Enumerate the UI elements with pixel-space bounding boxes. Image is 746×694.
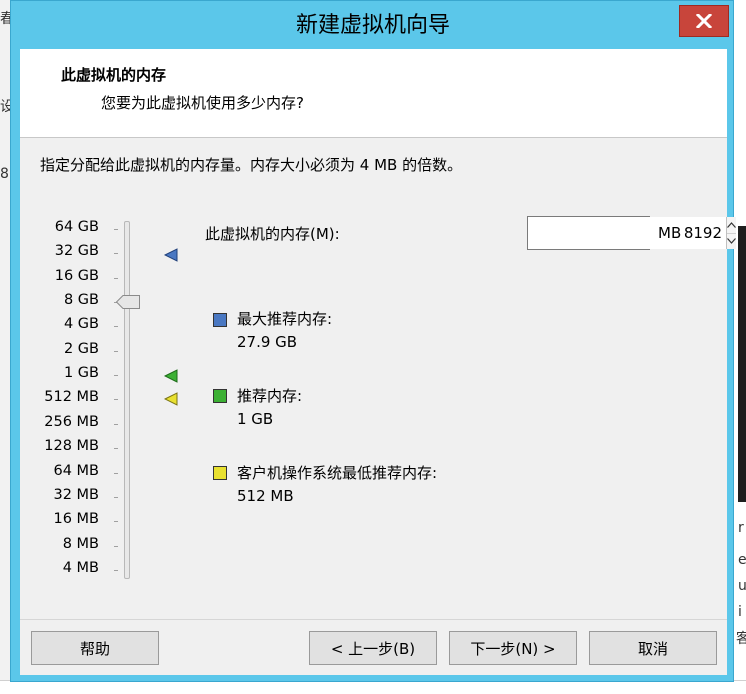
wizard-window: 新建虚拟机向导 此虚拟机的内存 您要为此虚拟机使用多少内存? 指定分配给此虚拟机… xyxy=(10,0,736,682)
scale-label: 2 GB xyxy=(63,341,99,357)
cancel-button[interactable]: 取消 xyxy=(589,631,717,665)
scale-label: 64 GB xyxy=(54,219,99,235)
spin-buttons xyxy=(726,217,736,249)
guest-min-swatch xyxy=(213,466,227,480)
next-button[interactable]: 下一步(N) > xyxy=(449,631,577,665)
chevron-up-icon xyxy=(727,221,736,228)
close-button[interactable] xyxy=(679,5,729,37)
memory-label: 此虚拟机的内存(M): xyxy=(205,225,340,243)
scale-tick xyxy=(114,473,118,474)
scale-label: 32 MB xyxy=(53,487,99,503)
scale-label: 128 MB xyxy=(44,438,99,454)
scale-tick xyxy=(114,521,118,522)
guest-min-marker-icon xyxy=(164,392,178,406)
background-app-dark-panel xyxy=(738,226,746,502)
scale-tick xyxy=(114,351,118,352)
scale-label: 8 GB xyxy=(63,292,99,308)
max-recommended-label: 最大推荐内存: xyxy=(237,310,333,328)
wizard-client-area: 此虚拟机的内存 您要为此虚拟机使用多少内存? 指定分配给此虚拟机的内存量。内存大… xyxy=(20,49,736,675)
footer-divider xyxy=(20,619,727,620)
scale-label: 4 GB xyxy=(63,316,99,332)
recommended-label: 推荐内存: xyxy=(237,387,303,405)
max-recommended-marker-icon xyxy=(164,248,178,262)
spin-down-button[interactable] xyxy=(727,232,736,249)
spin-up-button[interactable] xyxy=(727,217,736,233)
memory-slider-thumb[interactable] xyxy=(116,295,140,309)
scale-tick xyxy=(114,278,118,279)
chevron-down-icon xyxy=(727,238,736,245)
background-text: u xyxy=(738,578,746,594)
guest-min-value: 512 MB xyxy=(237,487,294,505)
scale-tick xyxy=(114,546,118,547)
recommended-swatch xyxy=(213,389,227,403)
scale-label: 16 GB xyxy=(54,268,99,284)
window-title: 新建虚拟机向导 xyxy=(295,13,450,38)
recommended-marker-icon xyxy=(164,369,178,383)
background-text: i xyxy=(738,604,742,620)
scale-tick xyxy=(114,570,118,571)
scale-tick xyxy=(114,497,118,498)
scale-label: 512 MB xyxy=(44,389,99,405)
background-text: e xyxy=(738,552,746,568)
scale-label: 32 GB xyxy=(54,243,99,259)
scale-tick xyxy=(114,448,118,449)
scale-label: 64 MB xyxy=(53,463,99,479)
scale-label: 16 MB xyxy=(53,511,99,527)
scale-tick xyxy=(114,253,118,254)
max-recommended-swatch xyxy=(213,313,227,327)
scale-label: 256 MB xyxy=(44,414,99,430)
max-recommended-value: 27.9 GB xyxy=(237,333,298,351)
scale-tick xyxy=(114,424,118,425)
scale-label: 4 MB xyxy=(62,560,99,576)
memory-spinbox[interactable] xyxy=(527,216,736,250)
scale-tick xyxy=(114,326,118,327)
page-title: 此虚拟机的内存 xyxy=(61,66,167,84)
instruction-text: 指定分配给此虚拟机的内存量。内存大小必须为 4 MB 的倍数。 xyxy=(40,156,463,174)
scale-tick xyxy=(114,229,118,230)
guest-min-label: 客户机操作系统最低推荐内存: xyxy=(237,464,438,482)
memory-unit: MB xyxy=(658,224,682,242)
background-app-bottom xyxy=(0,680,746,694)
scale-label: 1 GB xyxy=(63,365,99,381)
recommended-value: 1 GB xyxy=(237,410,274,428)
scale-label: 8 MB xyxy=(62,536,99,552)
close-icon xyxy=(696,14,712,28)
back-button[interactable]: < 上一步(B) xyxy=(309,631,437,665)
background-text: 8 xyxy=(0,166,9,182)
memory-input[interactable] xyxy=(528,217,726,249)
memory-slider-track[interactable] xyxy=(124,221,130,579)
help-button[interactable]: 帮助 xyxy=(31,631,159,665)
wizard-header: 此虚拟机的内存 您要为此虚拟机使用多少内存? xyxy=(20,49,727,138)
scale-tick xyxy=(114,399,118,400)
background-text: r xyxy=(738,520,744,536)
scale-tick xyxy=(114,375,118,376)
page-subtitle: 您要为此虚拟机使用多少内存? xyxy=(101,94,304,112)
background-text: 客 xyxy=(736,631,746,647)
